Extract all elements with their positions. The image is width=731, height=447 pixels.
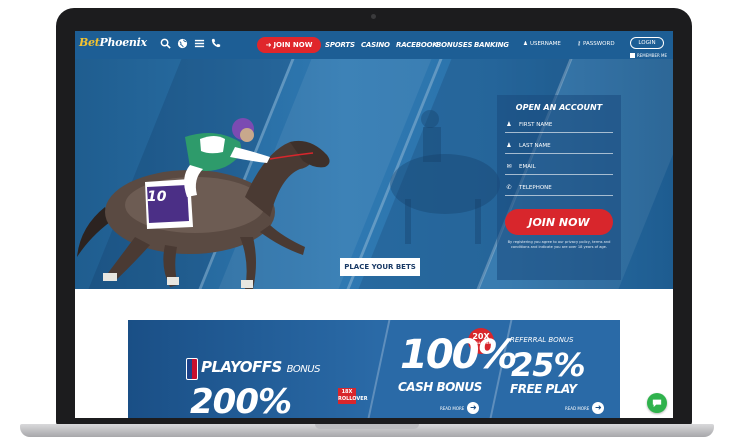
cash-read-more-link[interactable]: READ MORE ➜ bbox=[440, 402, 480, 414]
signup-disclaimer: By registering you agree to our privacy … bbox=[507, 240, 611, 249]
cash-bonus-percent: 100% bbox=[400, 332, 518, 378]
mail-icon: ✉ bbox=[506, 163, 512, 170]
telephone-field[interactable]: ✆ TELEPHONE bbox=[505, 180, 613, 196]
browser-screen: BetPhoenix ➜ JOIN NOW SPORTS CASINO RACE… bbox=[75, 31, 673, 418]
search-icon[interactable] bbox=[159, 38, 171, 50]
user-icon: ♟ bbox=[523, 41, 528, 47]
webcam bbox=[371, 14, 376, 19]
menu-icon[interactable] bbox=[193, 38, 205, 50]
referral-free-play: FREE PLAY bbox=[510, 382, 577, 396]
referral-read-more-link[interactable]: READ MORE ➜ bbox=[565, 402, 605, 414]
referral-label: REFERRAL BONUS bbox=[510, 336, 574, 344]
laptop-mockup: BetPhoenix ➜ JOIN NOW SPORTS CASINO RACE… bbox=[0, 0, 731, 447]
promo-banner[interactable]: PLAYOFFS BONUS 200% 18X ROLLOVER 20X ROL… bbox=[128, 320, 620, 418]
join-now-button[interactable]: ➜ JOIN NOW bbox=[257, 37, 321, 53]
phone-icon: ✆ bbox=[506, 184, 512, 191]
playoffs-percent: 200% bbox=[190, 382, 292, 418]
remember-me-checkbox[interactable]: REMEMBER ME bbox=[630, 53, 667, 58]
nba-logo-icon bbox=[186, 358, 198, 380]
user-icon: ♟ bbox=[506, 121, 512, 128]
laptop-notch bbox=[315, 424, 419, 429]
background-jockey-image bbox=[390, 110, 500, 244]
chat-icon[interactable] bbox=[647, 393, 667, 413]
arrow-right-icon: ➜ bbox=[467, 402, 480, 414]
signup-join-button[interactable]: JOIN NOW bbox=[505, 209, 613, 235]
email-field[interactable]: ✉ EMAIL bbox=[505, 159, 613, 175]
place-bets-button[interactable]: PLACE YOUR BETS bbox=[340, 258, 420, 276]
signup-panel: OPEN AN ACCOUNT ♟ FIRST NAME ♟ LAST NAME… bbox=[497, 95, 621, 280]
horse-jockey-image bbox=[77, 118, 330, 289]
user-icon: ♟ bbox=[506, 142, 512, 149]
hero-banner: 10 PLACE YOUR BETS OPEN AN ACCOUNT ♟ FIR… bbox=[75, 59, 673, 289]
nav-link-bonuses[interactable]: BONUSES bbox=[436, 41, 472, 49]
first-name-field[interactable]: ♟ FIRST NAME bbox=[505, 117, 613, 133]
phone-icon[interactable] bbox=[210, 38, 222, 50]
login-button[interactable]: LOGIN bbox=[630, 37, 664, 49]
top-nav: BetPhoenix ➜ JOIN NOW SPORTS CASINO RACE… bbox=[75, 31, 673, 59]
key-icon: ⚷ bbox=[577, 41, 582, 47]
arrow-right-icon: ➜ bbox=[592, 402, 605, 414]
saddle-number: 10 bbox=[147, 189, 167, 205]
playoffs-title: PLAYOFFS BONUS bbox=[201, 358, 320, 376]
password-field[interactable]: ⚷ PASSWORD bbox=[577, 41, 615, 47]
signup-title: OPEN AN ACCOUNT bbox=[515, 103, 603, 112]
cash-bonus-label: CASH BONUS bbox=[398, 380, 482, 394]
last-name-field[interactable]: ♟ LAST NAME bbox=[505, 138, 613, 154]
login-arrow-icon: ➜ bbox=[265, 41, 272, 49]
nav-link-banking[interactable]: BANKING bbox=[474, 41, 509, 49]
nav-link-casino[interactable]: CASINO bbox=[361, 41, 390, 49]
playoffs-rollover-badge: 18X ROLLOVER bbox=[338, 388, 368, 404]
globe-icon[interactable] bbox=[176, 38, 188, 50]
checkbox-box[interactable] bbox=[630, 53, 635, 58]
nav-link-racebook[interactable]: RACEBOOK bbox=[396, 41, 438, 49]
site-logo[interactable]: BetPhoenix bbox=[79, 36, 147, 49]
referral-percent: 25% bbox=[511, 346, 586, 384]
nav-link-sports[interactable]: SPORTS bbox=[325, 41, 355, 49]
username-field[interactable]: ♟ USERNAME bbox=[523, 41, 561, 47]
